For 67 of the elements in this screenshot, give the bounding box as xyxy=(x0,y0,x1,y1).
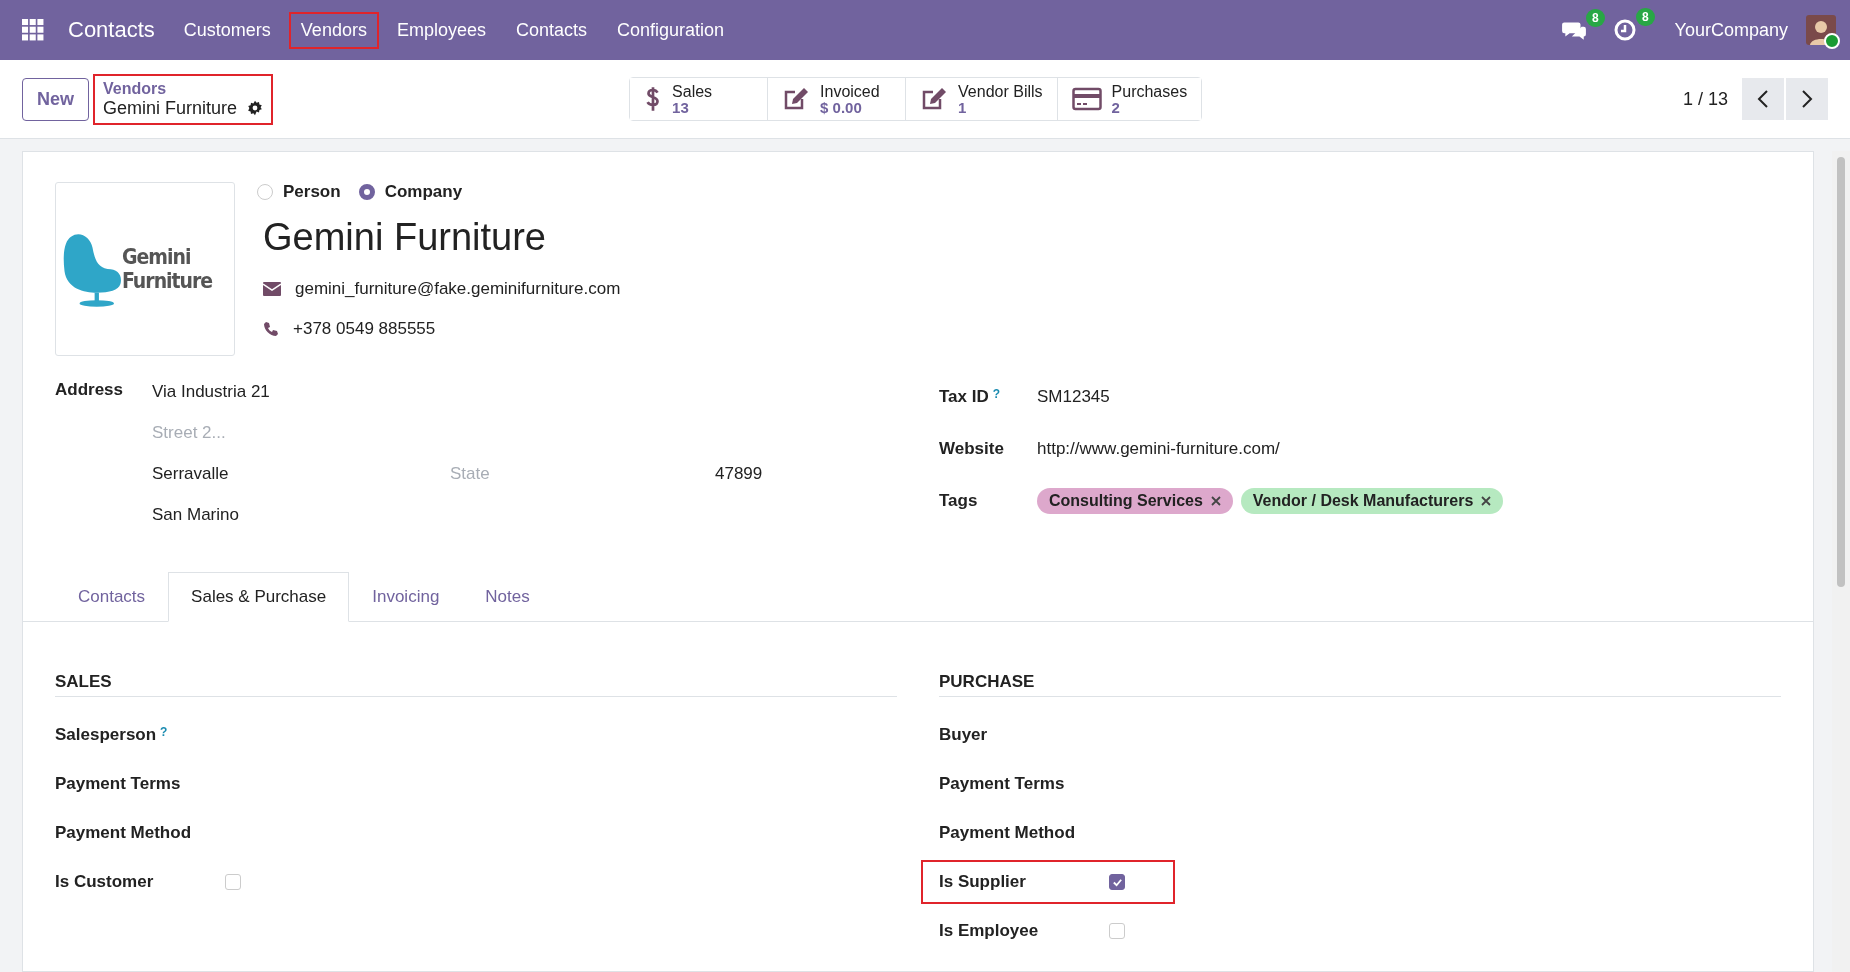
close-icon[interactable] xyxy=(1210,496,1221,506)
help-tooltip[interactable]: ? xyxy=(160,725,168,745)
field-label: Is Customer xyxy=(55,872,154,892)
count-badge: 8 xyxy=(1585,9,1605,27)
menu-item[interactable]: Customers xyxy=(171,11,283,49)
scrollbar[interactable] xyxy=(1832,151,1850,972)
radio-option[interactable]: Company xyxy=(358,182,463,202)
tab[interactable]: Sales & Purchase xyxy=(168,572,350,622)
menu-item[interactable]: Vendors xyxy=(288,11,379,49)
messages-icon[interactable] xyxy=(1560,19,1587,41)
menu-item[interactable]: Configuration xyxy=(605,11,737,49)
app-name[interactable]: Contacts xyxy=(68,17,155,43)
count-badge: 8 xyxy=(1635,8,1655,26)
smart-button[interactable]: Sales 13 xyxy=(630,78,769,120)
apps-grid-icon[interactable] xyxy=(22,19,44,41)
help-tooltip[interactable]: ? xyxy=(992,387,1001,407)
menu-item[interactable]: Employees xyxy=(384,11,498,49)
company-logo[interactable]: Gemini Furniture xyxy=(55,182,235,356)
email-field[interactable]: gemini_furniture@fake.geminifurniture.com xyxy=(295,279,621,299)
field-label: Is Employee xyxy=(939,921,1039,941)
credit-card-icon xyxy=(1071,87,1102,111)
chevron-left-icon xyxy=(1757,89,1769,109)
tab[interactable]: Invoicing xyxy=(349,572,463,622)
menu-item[interactable]: Contacts xyxy=(503,11,599,49)
field-label: Buyer xyxy=(939,725,988,745)
logo-text: Furniture xyxy=(122,269,213,293)
chevron-right-icon xyxy=(1801,89,1813,109)
company-name[interactable]: YourCompany xyxy=(1674,19,1788,41)
record-title: Gemini Furniture xyxy=(103,97,238,119)
website-field[interactable]: http://www.gemini-furniture.com/ xyxy=(1037,439,1280,459)
new-button[interactable]: New xyxy=(22,77,89,121)
tax-id-field[interactable]: SM12345 xyxy=(1037,387,1110,407)
tab[interactable]: Notes xyxy=(462,572,553,622)
checkbox[interactable] xyxy=(1109,874,1125,890)
section-heading: PURCHASE xyxy=(939,672,1781,697)
section-heading: SALES xyxy=(55,672,897,697)
checkmark-icon xyxy=(1111,876,1123,888)
field-label: Payment Terms xyxy=(55,774,181,794)
field-label: Salesperson xyxy=(55,725,157,745)
envelope-icon xyxy=(263,282,281,296)
tag[interactable]: Consulting Services xyxy=(1037,488,1233,514)
phone-field[interactable]: +378 0549 885555 xyxy=(293,319,436,339)
tag[interactable]: Vendor / Desk Manufacturers xyxy=(1240,488,1504,514)
field-label: Address xyxy=(55,379,125,401)
logo-text: Gemini xyxy=(122,245,192,269)
country-field[interactable]: San Marino xyxy=(152,499,763,540)
zip-field[interactable]: 47899 xyxy=(715,458,763,499)
gear-icon[interactable] xyxy=(247,100,264,116)
field-label: Is Supplier xyxy=(939,872,1026,892)
street-field[interactable]: Via Industria 21 xyxy=(152,376,763,417)
next-button[interactable] xyxy=(1786,78,1828,120)
field-label: Payment Method xyxy=(939,823,1076,843)
company-name-field[interactable]: Gemini Furniture xyxy=(263,216,621,259)
previous-button[interactable] xyxy=(1742,78,1784,120)
breadcrumb-link[interactable]: Vendors xyxy=(103,79,264,98)
field-label: Tags xyxy=(939,491,979,511)
pager-counter: 1 / 13 xyxy=(1682,88,1728,110)
activity-clock-icon[interactable] xyxy=(1612,18,1637,42)
phone-icon xyxy=(263,321,279,337)
tab[interactable]: Contacts xyxy=(55,572,169,622)
field-label: Tax ID xyxy=(939,387,989,407)
field-label: Website xyxy=(939,439,1005,459)
field-label: Payment Method xyxy=(55,823,192,843)
city-field[interactable]: Serravalle xyxy=(152,458,450,499)
radio-option[interactable]: Person xyxy=(257,182,341,202)
field-label: Payment Terms xyxy=(939,774,1065,794)
close-icon[interactable] xyxy=(1481,496,1492,506)
